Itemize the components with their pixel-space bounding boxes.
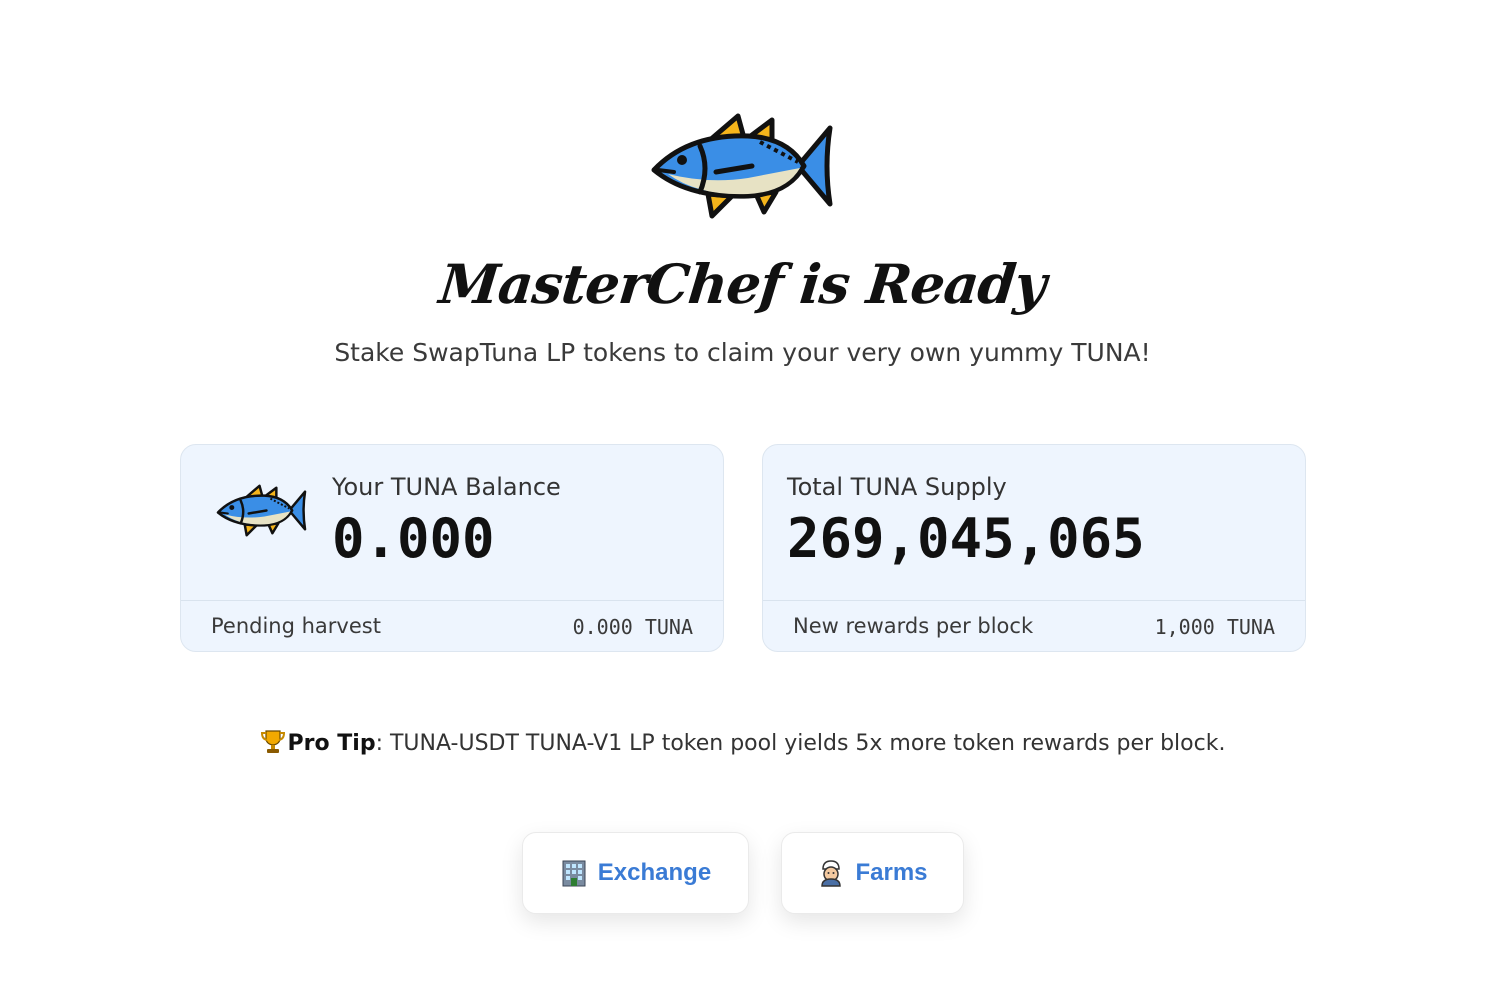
- exchange-button[interactable]: Exchange: [522, 832, 749, 914]
- farms-button[interactable]: Farms: [781, 832, 964, 914]
- pro-tip: Pro Tip: TUNA-USDT TUNA-V1 LP token pool…: [0, 728, 1485, 756]
- pro-tip-text: : TUNA-USDT TUNA-V1 LP token pool yields…: [375, 731, 1226, 756]
- tuna-fish-icon: [651, 113, 833, 219]
- exchange-label: Exchange: [597, 859, 712, 886]
- rewards-per-block-value: 1,000 TUNA: [1154, 615, 1275, 639]
- pending-harvest-label: Pending harvest: [211, 614, 381, 638]
- farms-label: Farms: [855, 859, 928, 886]
- supply-card-body: Total TUNA Supply 269,045,065: [763, 445, 1305, 600]
- supply-card-footer: New rewards per block 1,000 TUNA: [763, 600, 1305, 651]
- balance-label: Your TUNA Balance: [332, 473, 561, 501]
- pending-harvest-value: 0.000 TUNA: [572, 615, 693, 639]
- supply-value: 269,045,065: [787, 507, 1145, 570]
- page-title: MasterChef is Ready: [436, 252, 1049, 316]
- balance-card-body: Your TUNA Balance 0.000: [181, 445, 723, 600]
- trophy-icon: [260, 730, 285, 753]
- supply-card: Total TUNA Supply 269,045,065 New reward…: [762, 444, 1306, 652]
- tuna-fish-icon: [216, 484, 307, 537]
- office-building-icon: [562, 860, 586, 887]
- page-subtitle: Stake SwapTuna LP tokens to claim your v…: [334, 338, 1151, 367]
- cook-icon: [821, 860, 842, 887]
- supply-label: Total TUNA Supply: [787, 473, 1007, 501]
- balance-card: Your TUNA Balance 0.000 Pending harvest …: [180, 444, 724, 652]
- rewards-per-block-label: New rewards per block: [793, 614, 1034, 638]
- masterchef-page: MasterChef is Ready Stake SwapTuna LP to…: [0, 0, 1485, 990]
- balance-value: 0.000: [332, 507, 495, 570]
- pro-tip-heading: Pro Tip: [287, 731, 376, 756]
- balance-card-footer: Pending harvest 0.000 TUNA: [181, 600, 723, 651]
